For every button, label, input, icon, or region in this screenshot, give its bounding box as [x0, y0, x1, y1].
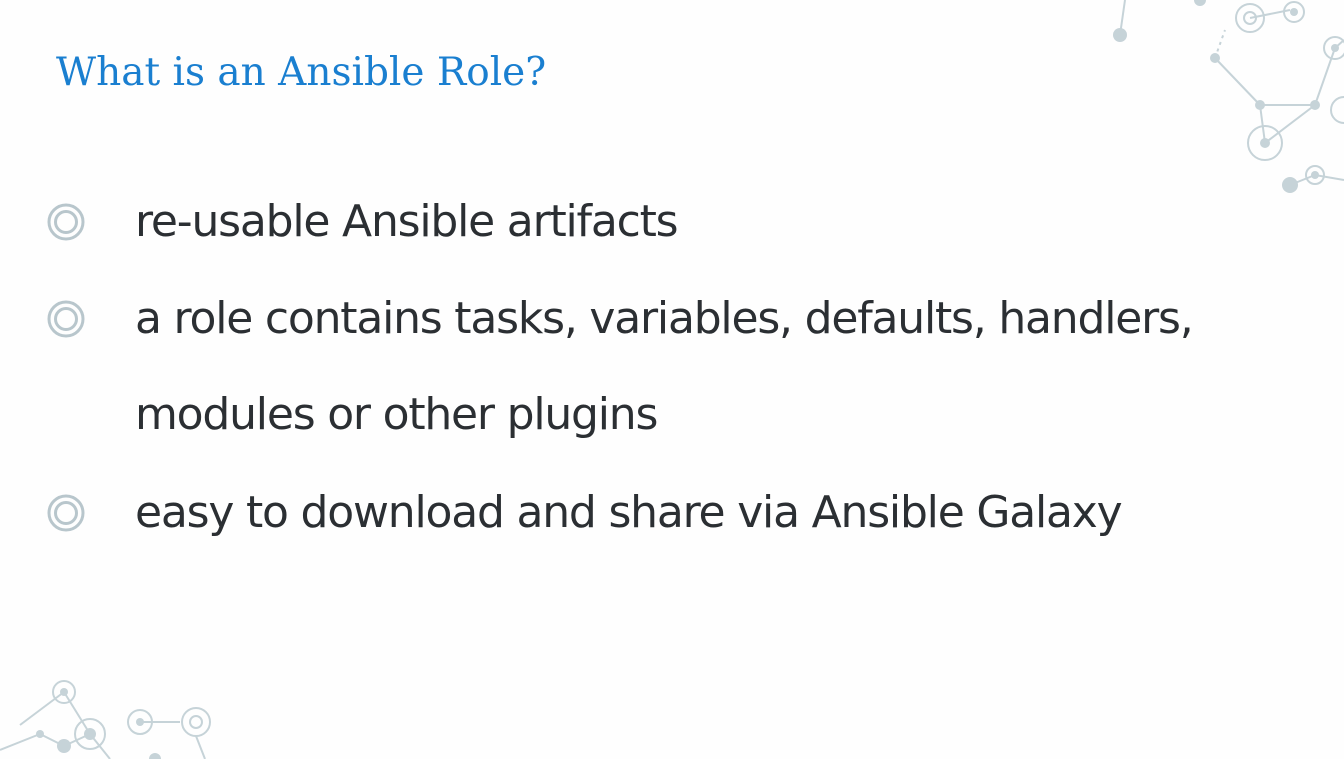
molecule-network-decoration [0, 680, 211, 759]
bullet-text: a role contains tasks, variables, defaul… [135, 293, 1194, 440]
molecule-network-decoration [1113, 0, 1344, 193]
double-circle-bullet-icon [47, 494, 85, 532]
bullet-text: easy to download and share via Ansible G… [135, 487, 1123, 538]
slide: What is an Ansible Role? re-usable Ansib… [0, 0, 1344, 759]
bullet-text: re-usable Ansible artifacts [135, 196, 679, 247]
double-circle-bullet-icon [47, 300, 85, 338]
double-circle-bullet-icon [47, 203, 85, 241]
slide-title: What is an Ansible Role? [56, 50, 547, 95]
